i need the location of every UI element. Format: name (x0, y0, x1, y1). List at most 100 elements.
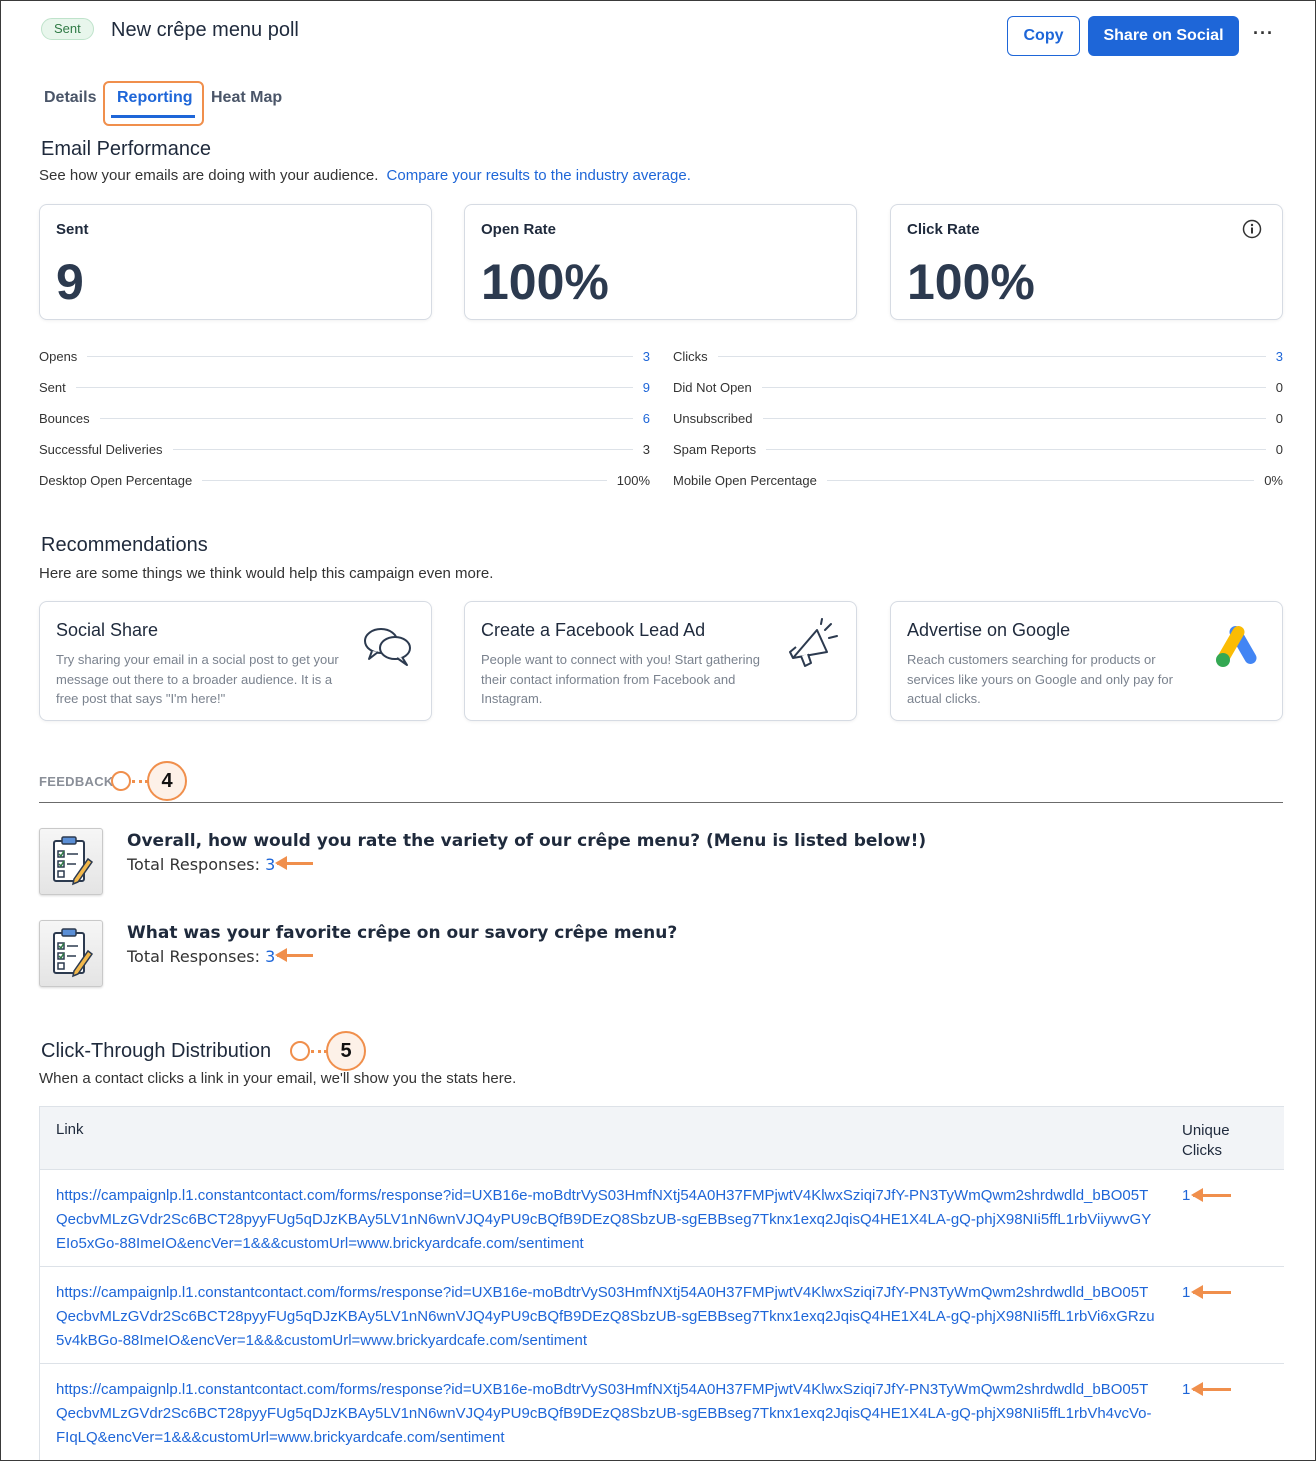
stat-value-link[interactable]: 3 (643, 349, 650, 364)
unique-clicks-link[interactable]: 1 (1182, 1281, 1190, 1305)
click-rate-card-label: Click Rate (907, 221, 980, 238)
google-ads-icon (1216, 626, 1257, 667)
stat-leader (87, 355, 633, 357)
rec-card-desc: Try sharing your email in a social post … (56, 652, 339, 706)
info-icon[interactable] (1242, 219, 1262, 239)
table-row: https://campaignlp.l1.constantcontact.co… (40, 1170, 1284, 1267)
responses-count-link[interactable]: 3 (265, 947, 275, 966)
sent-card-label: Sent (56, 221, 89, 238)
share-on-social-button[interactable]: Share on Social (1088, 16, 1239, 56)
stat-leader (762, 417, 1266, 419)
stat-row-spam-reports: Spam Reports 0 (673, 441, 1283, 457)
stat-value-link[interactable]: 6 (643, 411, 650, 426)
tab-details[interactable]: Details (44, 89, 96, 107)
stat-name: Desktop Open Percentage (39, 472, 193, 488)
email-performance-subtitle-text: See how your emails are doing with your … (39, 167, 379, 184)
survey-clipboard-icon (39, 828, 103, 895)
copy-button[interactable]: Copy (1007, 16, 1080, 56)
rec-card-desc: Reach customers searching for products o… (907, 652, 1173, 706)
stat-row-unsubscribed: Unsubscribed 0 (673, 410, 1283, 426)
stat-row-bounces: Bounces 6 (39, 410, 650, 426)
tab-heat-map[interactable]: Heat Map (211, 89, 282, 107)
stat-name: Spam Reports (673, 441, 757, 457)
stat-leader (761, 386, 1266, 388)
callout-arrow (275, 856, 313, 870)
rec-card-desc: People want to connect with you! Start g… (481, 652, 760, 706)
rec-card-social-share[interactable]: Social Share Try sharing your email in a… (39, 601, 432, 721)
feedback-responses-1: Total Responses: 3 (127, 855, 275, 874)
stat-value-link[interactable]: 3 (1276, 349, 1283, 364)
stat-name: Clicks (673, 348, 708, 364)
callout-badge-4: 4 (147, 761, 187, 801)
open-rate-card-value: 100% (481, 254, 609, 310)
right-stats-list: Clicks 3 Did Not Open 0 Unsubscribed 0 Spam… (673, 348, 1283, 488)
link-url[interactable]: https://campaignlp.l1.constantcontact.co… (56, 1184, 1156, 1256)
sent-card-value: 9 (56, 254, 84, 310)
click-through-subtitle: When a contact clicks a link in your ema… (39, 1070, 517, 1087)
stat-value: 100% (616, 472, 650, 488)
rec-card-facebook-lead-ad[interactable]: Create a Facebook Lead Ad People want to… (464, 601, 857, 721)
stat-name: Successful Deliveries (39, 441, 163, 457)
table-row: https://campaignlp.l1.constantcontact.co… (40, 1364, 1284, 1460)
stat-value: 0 (1275, 441, 1283, 457)
stat-row-clicks: Clicks 3 (673, 348, 1283, 364)
stat-value-link[interactable]: 9 (643, 380, 650, 395)
open-rate-card-label: Open Rate (481, 221, 557, 238)
recommendations-title: Recommendations (41, 534, 208, 556)
stat-row-successful-deliveries: Successful Deliveries 3 (39, 441, 650, 457)
callout-arrow (1191, 1382, 1231, 1396)
stat-leader (826, 479, 1255, 481)
responses-label: Total Responses: (127, 855, 261, 874)
callout-connector (311, 1050, 327, 1053)
more-options-icon[interactable]: ··· (1253, 23, 1274, 44)
recommendations-subtitle: Here are some things we think would help… (39, 565, 494, 582)
link-url[interactable]: https://campaignlp.l1.constantcontact.co… (56, 1281, 1156, 1353)
sent-card: Sent 9 (39, 204, 432, 320)
stat-leader (99, 417, 633, 419)
unique-clicks-link[interactable]: 1 (1182, 1378, 1190, 1402)
callout-connector (132, 780, 148, 783)
rec-card-title: Create a Facebook Lead Ad (481, 620, 706, 640)
megaphone-icon (789, 618, 838, 667)
stat-value: 0 (1275, 379, 1283, 395)
stat-value: 0 (1275, 410, 1283, 426)
stat-name: Did Not Open (673, 379, 752, 395)
status-badge: Sent (41, 18, 94, 40)
stat-leader (717, 355, 1266, 357)
stat-name: Bounces (39, 410, 90, 426)
stat-value: 0% (1264, 472, 1283, 488)
column-header-unique-clicks[interactable]: Unique Clicks (1182, 1121, 1252, 1161)
unique-clicks-link[interactable]: 1 (1182, 1184, 1190, 1208)
tab-reporting[interactable]: Reporting (117, 89, 193, 107)
stat-leader (766, 448, 1266, 450)
stat-name: Sent (39, 379, 66, 395)
column-header-link[interactable]: Link (56, 1121, 84, 1138)
stat-leader (75, 386, 633, 388)
callout-arrow (275, 948, 313, 962)
rec-card-advertise-google[interactable]: Advertise on Google Reach customers sear… (890, 601, 1283, 721)
feedback-question-1: Overall, how would you rate the variety … (127, 831, 927, 851)
feedback-responses-2: Total Responses: 3 (127, 947, 275, 966)
feedback-question-2: What was your favorite crêpe on our savo… (127, 923, 678, 943)
stat-name: Unsubscribed (673, 410, 753, 426)
link-url[interactable]: https://campaignlp.l1.constantcontact.co… (56, 1378, 1156, 1450)
email-performance-title: Email Performance (41, 138, 212, 160)
click-rate-card-value: 100% (907, 254, 1035, 310)
compare-industry-link[interactable]: Compare your results to the industry ave… (387, 167, 691, 184)
stat-name: Opens (39, 348, 78, 364)
callout-arrow (1191, 1285, 1231, 1299)
page-title: New crêpe menu poll (111, 19, 299, 41)
callout-anchor (290, 1041, 310, 1061)
stat-value: 3 (642, 441, 650, 457)
table-header: Link Unique Clicks (40, 1106, 1284, 1170)
click-through-table: Link Unique Clicks https://campaignlp.l1… (39, 1106, 1284, 1460)
report-page: Sent New crêpe menu poll Copy Share on S… (0, 0, 1316, 1461)
rec-card-title: Advertise on Google (907, 620, 1071, 640)
table-row: https://campaignlp.l1.constantcontact.co… (40, 1267, 1284, 1364)
rec-card-title: Social Share (56, 620, 159, 640)
stat-leader (172, 448, 633, 450)
responses-count-link[interactable]: 3 (265, 855, 275, 874)
stat-row-opens: Opens 3 (39, 348, 650, 364)
feedback-divider (39, 802, 1283, 803)
stat-row-sent: Sent 9 (39, 379, 650, 395)
